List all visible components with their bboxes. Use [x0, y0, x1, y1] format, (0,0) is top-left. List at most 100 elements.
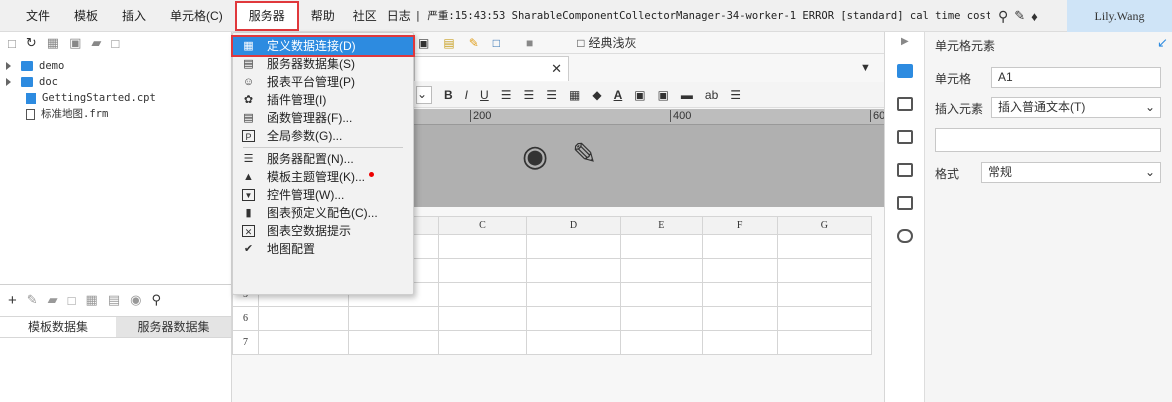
hidden-eye-icon[interactable]: ◉	[522, 139, 548, 174]
search-icon[interactable]: ⚲	[998, 8, 1008, 25]
indent-icon[interactable]: ☰	[730, 88, 741, 102]
map-icon: ✔	[243, 243, 254, 255]
tree-folder-doc[interactable]: doc	[0, 74, 231, 90]
cell-attribute-icon[interactable]	[897, 97, 913, 111]
menu-cell[interactable]: 单元格(C)	[158, 0, 235, 32]
underline-button[interactable]: U	[480, 88, 489, 102]
preview-icon[interactable]: □	[493, 36, 500, 50]
pencil-icon[interactable]: ✎	[572, 137, 597, 172]
lock-icon[interactable]: ■	[526, 36, 533, 50]
empty-data-icon: ✕	[242, 225, 255, 237]
column-header[interactable]: E	[620, 216, 703, 235]
new-dot-icon	[369, 172, 374, 177]
database-icon[interactable]: ◉	[130, 292, 141, 308]
log-label[interactable]: 日志	[383, 0, 415, 32]
tree-file-cpt[interactable]: GettingStarted.cpt	[0, 90, 231, 106]
cell-name-field[interactable]: A1	[991, 67, 1161, 88]
text-wrap-button[interactable]: ab	[705, 88, 718, 102]
search-icon[interactable]: ⚲	[151, 292, 161, 308]
font-color-icon[interactable]: A	[614, 88, 623, 102]
format-select[interactable]: 常规 ⌄	[981, 162, 1161, 183]
menu-item-platform[interactable]: ☺ 报表平台管理(P)	[233, 73, 413, 91]
menu-insert[interactable]: 插入	[110, 0, 158, 32]
menu-item-widget[interactable]: ▼ 控件管理(W)...	[233, 186, 413, 204]
align-center-icon[interactable]: ☰	[523, 88, 534, 102]
row-header[interactable]: 7	[232, 330, 259, 355]
column-header[interactable]: C	[438, 216, 527, 235]
function-icon: ▤	[243, 112, 254, 124]
side-icons: ▶	[885, 32, 925, 402]
delete-icon[interactable]: ▰	[48, 292, 58, 308]
preview-icon[interactable]: □	[68, 293, 76, 308]
add-icon[interactable]: +	[8, 292, 17, 309]
clipboard-icon[interactable]: ▤	[443, 36, 454, 50]
insert-element-select[interactable]: 插入普通文本(T) ⌄	[991, 97, 1161, 118]
folder-icon	[21, 77, 33, 87]
italic-button[interactable]: I	[465, 88, 468, 102]
menu-item-server-config[interactable]: ☰ 服务器配置(N)...	[233, 150, 413, 168]
menu-item-chart-empty[interactable]: ✕ 图表空数据提示	[233, 222, 413, 240]
bold-button[interactable]: B	[444, 88, 453, 102]
menu-item-map[interactable]: ✔ 地图配置	[233, 240, 413, 258]
settings-icon[interactable]: ▦	[47, 35, 59, 51]
classic-style-button[interactable]: 经典浅灰	[589, 34, 637, 51]
hyperlink-icon[interactable]	[897, 229, 913, 243]
menu-item-function[interactable]: ▤ 函数管理器(F)...	[233, 109, 413, 127]
menu-item-global-param[interactable]: P 全局参数(G)...	[233, 127, 413, 145]
format-painter-icon[interactable]: ✎	[469, 36, 479, 50]
copy-icon[interactable]: ▣	[69, 35, 81, 51]
edit-icon[interactable]: ✎	[1014, 8, 1025, 24]
menu-file[interactable]: 文件	[0, 0, 62, 32]
tree-folder-demo[interactable]: demo	[0, 58, 231, 74]
panel-toggle-icon[interactable]: ▼	[860, 62, 871, 74]
cell-content-input[interactable]	[935, 128, 1161, 152]
menu-community[interactable]: 社区	[347, 0, 383, 32]
menu-item-plugin[interactable]: ✿ 插件管理(I)	[233, 91, 413, 109]
template-tab[interactable]: ✕	[414, 56, 569, 81]
refresh-icon[interactable]: ↻	[26, 35, 37, 51]
expand-icon[interactable]: ▶	[901, 36, 909, 47]
widget-icon[interactable]	[897, 163, 913, 177]
strikethrough-icon[interactable]: ▬	[681, 88, 693, 102]
column-header[interactable]: D	[525, 216, 622, 235]
insert-label: 插入元素	[935, 102, 984, 116]
style-icon[interactable]: □	[577, 36, 584, 50]
menu-help[interactable]: 帮助	[299, 0, 347, 32]
pin-icon[interactable]: ↙	[1157, 35, 1168, 51]
column-header[interactable]: F	[701, 216, 778, 235]
column-header[interactable]: G	[776, 216, 873, 235]
tab-template-dataset[interactable]: 模板数据集	[0, 317, 116, 337]
server-icon[interactable]: ▤	[108, 292, 120, 308]
font-size-dropdown[interactable]: ⌄	[416, 85, 432, 104]
dataset-icon[interactable]: ▦	[86, 292, 98, 308]
fill-color-icon[interactable]: ◆	[592, 88, 601, 102]
cell-element-icon[interactable]	[897, 64, 913, 78]
menu-template[interactable]: 模板	[62, 0, 110, 32]
dataset-tabs: 模板数据集 服务器数据集	[0, 316, 231, 338]
menu-item-chart-color[interactable]: ▮ 图表预定义配色(C)...	[233, 204, 413, 222]
border-style-icon[interactable]	[897, 130, 913, 144]
close-icon[interactable]: ✕	[551, 61, 562, 77]
edit-icon[interactable]: ✎	[27, 292, 38, 308]
delete-icon[interactable]: ▰	[91, 35, 101, 51]
condition-icon[interactable]	[897, 196, 913, 210]
cell-label: 单元格	[935, 72, 972, 86]
user-name[interactable]: Lily.Wang	[1067, 0, 1172, 32]
bell-icon[interactable]: ♦	[1031, 9, 1038, 24]
tab-server-dataset[interactable]: 服务器数据集	[116, 317, 231, 337]
align-right-icon[interactable]: ☰	[546, 88, 557, 102]
new-folder-icon[interactable]: □	[8, 36, 16, 51]
split-icon[interactable]: ▣	[658, 88, 669, 102]
merge-icon[interactable]: ▣	[634, 88, 645, 102]
menu-item-theme[interactable]: ▲ 模板主题管理(K)...	[233, 168, 413, 186]
duplicate-icon[interactable]: □	[111, 36, 119, 51]
menu-server[interactable]: 服务器	[234, 0, 299, 31]
menu-item-server-dataset[interactable]: ▤ 服务器数据集(S)	[233, 55, 413, 73]
border-icon[interactable]: ▦	[569, 88, 580, 102]
menu-item-define-connection[interactable]: ▦ 定义数据连接(D)	[231, 35, 415, 57]
align-left-icon[interactable]: ☰	[501, 88, 512, 102]
row-header[interactable]: 6	[232, 306, 259, 331]
menu-bar: 文件 模板 插入 单元格(C) 服务器 帮助 社区 日志 | 严重:15:43:…	[0, 0, 1172, 32]
tree-file-frm[interactable]: 标准地图.frm	[0, 106, 231, 122]
paste-icon[interactable]: ▣	[418, 36, 429, 50]
